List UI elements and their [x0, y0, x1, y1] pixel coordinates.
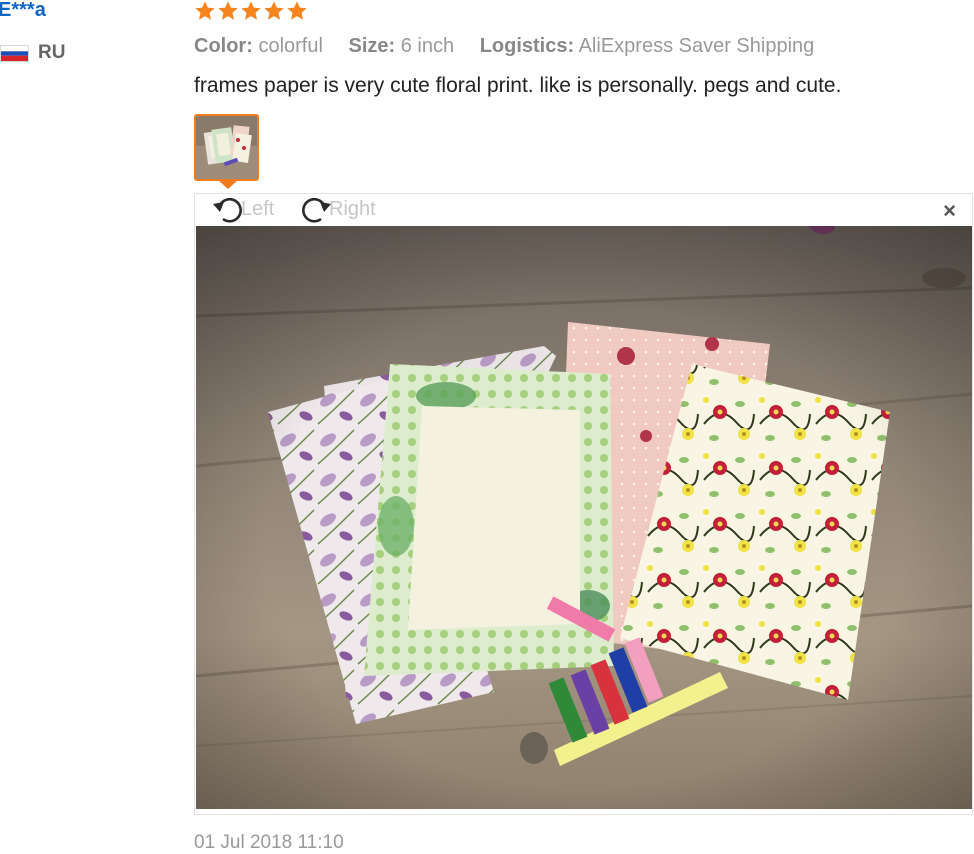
review-attributes: Color: colorful Size: 6 inch Logistics: … [194, 35, 834, 58]
star-icon [264, 1, 284, 20]
star-rating [194, 0, 308, 22]
review-text: frames paper is very cute floral print. … [194, 74, 842, 97]
rotate-left-label: Left [241, 197, 275, 220]
rotate-right-button[interactable]: Right [299, 194, 376, 224]
star-icon [218, 1, 238, 20]
review-photo-thumbnail[interactable] [194, 114, 259, 181]
rotate-left-button[interactable]: Left [211, 194, 274, 224]
photo-image [196, 226, 972, 809]
attr-color-value: colorful [258, 35, 323, 57]
star-icon [241, 1, 261, 20]
rotate-left-icon [213, 198, 242, 223]
reviewer-country: RU [0, 42, 65, 64]
rotate-right-label: Right [329, 197, 376, 220]
russia-flag-icon [0, 44, 29, 62]
viewer-toolbar: Left Right × [195, 194, 972, 226]
attr-size: Size: 6 inch [349, 35, 460, 57]
thumbnail-image [196, 116, 257, 179]
close-icon[interactable]: × [943, 200, 956, 222]
rotate-right-icon [302, 198, 331, 223]
review-photo [196, 226, 972, 809]
country-code: RU [38, 42, 66, 63]
star-icon [195, 1, 215, 20]
attr-logistics: Logistics: AliExpress Saver Shipping [480, 35, 815, 57]
thumbnail-pointer [218, 180, 238, 189]
attr-logistics-label: Logistics: [479, 35, 575, 57]
attr-size-label: Size: [348, 35, 396, 57]
attr-size-value: 6 inch [400, 35, 455, 57]
star-icon [287, 1, 307, 20]
reviewer-name[interactable]: E***a [0, 0, 46, 22]
attr-logistics-value: AliExpress Saver Shipping [578, 35, 815, 57]
attr-color: Color: colorful [194, 35, 329, 57]
photo-viewer: Left Right × [194, 193, 973, 815]
attr-color-label: Color: [194, 35, 253, 57]
